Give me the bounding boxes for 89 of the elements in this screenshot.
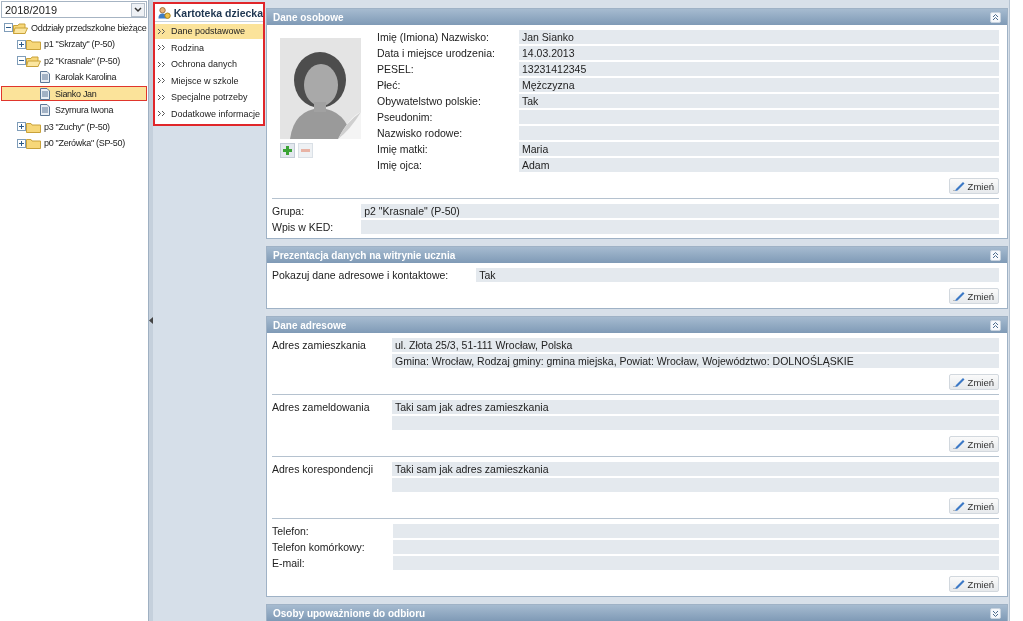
value-field: Taki sam jak adres zamieszkania — [392, 400, 999, 414]
field-label: Płeć: — [377, 78, 402, 92]
folder-icon — [26, 137, 41, 149]
section-title: Prezentacja danych na witrynie ucznia — [273, 249, 456, 261]
section-title: Dane adresowe — [273, 319, 347, 331]
nav-item[interactable]: Dodatkowe informacje — [155, 106, 263, 121]
folder-icon — [13, 21, 28, 34]
value-field: ul. Złota 25/3, 51-111 Wrocław, Polska — [392, 338, 999, 352]
collapse-icon[interactable] — [17, 56, 26, 65]
pencil-icon — [952, 377, 965, 387]
pencil-icon — [952, 439, 965, 449]
value-field: 13231412345 — [519, 62, 999, 76]
field-label: Nazwisko rodowe: — [377, 126, 464, 140]
field-label: Grupa: — [272, 204, 306, 218]
field-label: Imię ojca: — [377, 158, 423, 172]
section-title: Dane osobowe — [273, 11, 344, 23]
value-field: Tak — [519, 94, 999, 108]
chevron-icon — [157, 77, 166, 84]
field-label: Imię (Imiona) Nazwisko: — [377, 30, 491, 44]
field-label: Data i miejsce urodzenia: — [377, 46, 496, 60]
value-field: Taki sam jak adres zamieszkania — [392, 462, 999, 476]
section-title: Osoby upoważnione do odbioru — [273, 607, 426, 619]
field-label: Imię matki: — [377, 142, 429, 156]
tree-item[interactable]: Szymura Iwona — [1, 102, 147, 118]
collapse-icon[interactable] — [990, 319, 1001, 331]
add-icon[interactable] — [280, 143, 295, 158]
folder-icon — [26, 120, 41, 133]
chevron-icon — [157, 60, 166, 68]
value-field: p2 "Krasnale" (P-50) — [361, 204, 999, 218]
field-label: Pokazuj dane adresowe i kontaktowe: — [272, 268, 449, 282]
chevron-icon — [157, 93, 166, 101]
nav-item[interactable]: Dane podstawowe — [155, 23, 263, 39]
card-title: Kartoteka dziecka — [173, 6, 263, 19]
field-label: Telefon: — [272, 524, 310, 538]
field-label: Adres zamieszkania — [272, 338, 367, 353]
collapse-icon[interactable] — [4, 23, 13, 32]
value-field: Adam — [519, 158, 999, 172]
folder-icon — [26, 38, 41, 50]
pencil-icon — [952, 291, 965, 301]
field-label: Telefon komórkowy: — [272, 540, 365, 554]
field-label: Wpis w KED: — [272, 220, 334, 234]
dropdown-caret-icon[interactable] — [131, 2, 145, 17]
field-label: Adres korespondencji — [272, 462, 374, 477]
collapse-icon[interactable] — [990, 11, 1001, 23]
value-field: Mężczyzna — [519, 78, 999, 92]
tree-item[interactable]: p2 "Krasnale" (P-50) — [1, 53, 147, 68]
nav-item[interactable]: Rodzina — [155, 40, 263, 55]
nav-item[interactable]: Ochrona danych — [155, 56, 263, 72]
field-label: Adres zameldowania — [272, 400, 371, 415]
value-field: Tak — [476, 268, 999, 282]
pencil-icon — [952, 501, 965, 511]
edit-button[interactable]: Zmień — [948, 288, 999, 304]
field-label: PESEL: — [377, 62, 415, 76]
tree-item[interactable]: p0 "Zerówka" (SP-50) — [1, 135, 147, 151]
tree-item[interactable]: p3 "Zuchy" (P-50) — [1, 119, 147, 134]
nav-item[interactable]: Miejsce w szkole — [155, 73, 263, 88]
field-label: Pseudonim: — [377, 110, 434, 124]
year-select[interactable]: 2018/2019 — [1, 1, 147, 18]
tree-item[interactable]: Sianko Jan — [1, 86, 147, 101]
nav-item[interactable]: Specjalne potrzeby — [155, 89, 263, 105]
document-icon — [40, 71, 50, 83]
tree-item[interactable]: p1 "Skrzaty" (P-50) — [1, 36, 147, 52]
document-icon — [40, 87, 50, 100]
tree-item[interactable]: Karolak Karolina — [1, 69, 147, 85]
value-field: Gmina: Wrocław, Rodzaj gminy: gmina miejska, Powiat: Wrocław, Województwo: DOLNOŚLĄSKIE — [392, 354, 999, 368]
edit-button[interactable]: Zmień — [948, 436, 999, 452]
edit-button[interactable]: Zmień — [948, 374, 999, 390]
chevron-icon — [157, 27, 166, 35]
collapse-icon[interactable] — [990, 249, 1001, 261]
pencil-icon — [952, 181, 965, 191]
folder-icon — [26, 54, 41, 67]
value-field: Jan Sianko — [519, 30, 999, 44]
field-label: Obywatelstwo polskie: — [377, 94, 482, 108]
document-icon — [40, 104, 50, 116]
expand-icon[interactable] — [17, 138, 26, 148]
pencil-icon — [952, 579, 965, 589]
chevron-icon — [157, 44, 166, 51]
field-label: E-mail: — [272, 556, 306, 570]
edit-button[interactable]: Zmień — [948, 576, 999, 592]
edit-button[interactable]: Zmień — [948, 498, 999, 514]
person-icon — [158, 5, 171, 20]
edit-button[interactable]: Zmień — [948, 178, 999, 194]
chevron-icon — [157, 110, 166, 117]
value-field: Maria — [519, 142, 999, 156]
value-field: 14.03.2013 — [519, 46, 999, 60]
collapse-arrow-icon[interactable] — [149, 317, 153, 324]
expand-icon[interactable] — [17, 122, 26, 131]
tree-item[interactable]: Oddziały przedszkolne bieżące — [1, 20, 147, 35]
expand-icon[interactable] — [17, 39, 26, 49]
